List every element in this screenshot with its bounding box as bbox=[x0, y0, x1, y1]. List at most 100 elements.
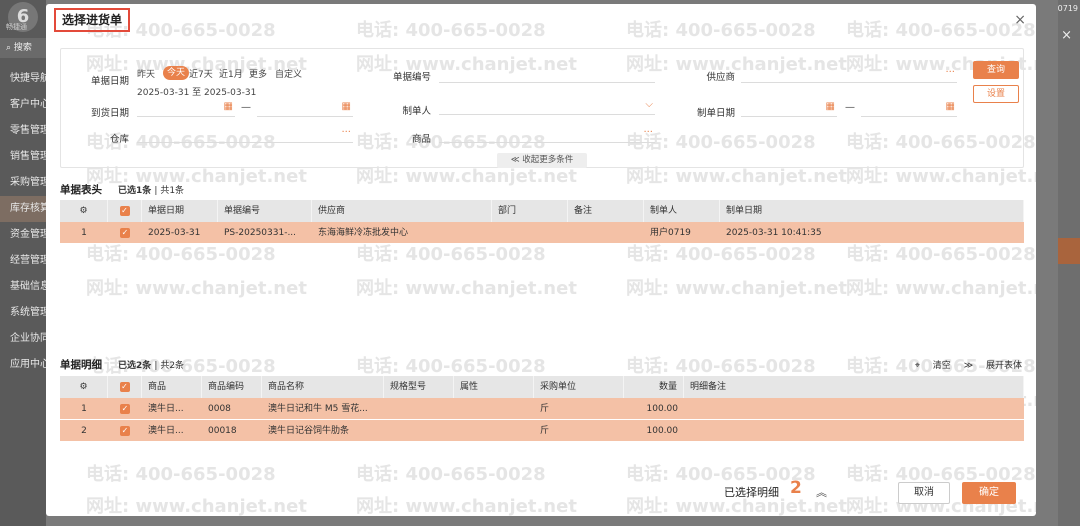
column-header[interactable]: 数量 bbox=[624, 376, 684, 398]
row-index: 2 bbox=[81, 426, 87, 436]
watermark-text: 电话: 400-665-0028 bbox=[356, 356, 546, 377]
sidebar-item[interactable]: 基础信息 bbox=[0, 274, 46, 300]
close-icon[interactable]: × bbox=[1061, 28, 1072, 43]
date-range-text: 2025-03-31 至 2025-03-31 bbox=[137, 88, 257, 98]
date-option[interactable]: 今天 bbox=[163, 66, 190, 80]
product-name-cell: 澳牛日记谷饲牛肋条 bbox=[268, 426, 350, 436]
expand-body-button[interactable]: ≫ 展开表体 bbox=[964, 361, 1022, 371]
column-header[interactable]: 属性 bbox=[454, 376, 534, 398]
detail-note-cell bbox=[684, 398, 1024, 420]
arrival-date-start-field[interactable]: ▦ bbox=[137, 101, 235, 117]
sidebar-item[interactable]: 销售管理 bbox=[0, 144, 46, 170]
note-cell bbox=[568, 222, 644, 244]
product-cell: 澳牛日... bbox=[148, 426, 184, 436]
column-header[interactable]: 商品编码 bbox=[202, 376, 262, 398]
sidebar-item[interactable]: 快捷导航 bbox=[0, 66, 46, 92]
date-option[interactable]: 更多 bbox=[249, 67, 267, 80]
cancel-button[interactable]: 取消 bbox=[898, 482, 950, 504]
detail-selected-count: 已选2条 | 共2条 bbox=[118, 361, 185, 371]
header-selected-count: 已选1条 | 共1条 bbox=[118, 186, 185, 196]
row-checkbox[interactable]: ✓ bbox=[108, 420, 142, 442]
make-date-label: 制单日期 bbox=[696, 108, 735, 119]
maker-label: 制单人 bbox=[402, 106, 431, 117]
row-checkbox[interactable]: ✓ bbox=[108, 222, 142, 244]
confirm-button[interactable]: 确定 bbox=[962, 482, 1016, 504]
unit-cell: 斤 bbox=[540, 404, 550, 414]
ellipsis-icon[interactable]: ··· bbox=[341, 127, 351, 138]
supplier-field[interactable]: ··· bbox=[741, 67, 957, 83]
watermark-text: 电话: 400-665-0028 bbox=[626, 356, 816, 377]
unit-cell: 斤 bbox=[540, 426, 550, 436]
column-settings-icon[interactable]: ⚙ bbox=[60, 200, 108, 222]
column-header[interactable]: 供应商 bbox=[312, 200, 492, 222]
spec-cell bbox=[384, 420, 454, 442]
clear-button[interactable]: ⌖ 清空 bbox=[915, 361, 951, 371]
date-option[interactable]: 近1月 bbox=[219, 67, 243, 80]
column-header[interactable]: 商品名称 bbox=[262, 376, 384, 398]
column-header[interactable]: 制单人 bbox=[644, 200, 720, 222]
column-settings-icon[interactable]: ⚙ bbox=[60, 376, 108, 398]
date-option[interactable]: 近7天 bbox=[189, 67, 213, 80]
sidebar-item[interactable]: 应用中心 bbox=[0, 352, 46, 378]
maker-select[interactable]: ⌵ bbox=[439, 99, 655, 115]
column-header[interactable]: 单据编号 bbox=[218, 200, 312, 222]
product-field[interactable]: ··· bbox=[439, 127, 655, 143]
column-header[interactable]: 备注 bbox=[568, 200, 644, 222]
table-row[interactable]: 1 ✓ 2025-03-31 PS-20250331-... 东海海鲜冷冻批发中… bbox=[60, 222, 1024, 244]
supplier-label: 供应商 bbox=[706, 72, 735, 83]
date-option[interactable]: 自定义 bbox=[275, 67, 302, 80]
make-date-start-field[interactable]: ▦ bbox=[741, 101, 837, 117]
warehouse-field[interactable]: ··· bbox=[137, 127, 353, 143]
sidebar-item[interactable]: 企业协同 bbox=[0, 326, 46, 352]
sidebar-item[interactable]: 客户中心 bbox=[0, 92, 46, 118]
column-header[interactable]: 商品 bbox=[142, 376, 202, 398]
product-name-cell: 澳牛日记和牛 M5 雪花... bbox=[268, 404, 368, 414]
selected-detail-count: 2 bbox=[790, 478, 802, 498]
chevron-up-icon[interactable]: ︽ bbox=[816, 484, 827, 500]
make-date-end-field[interactable]: ▦ bbox=[861, 101, 957, 117]
close-icon[interactable]: × bbox=[1014, 12, 1026, 28]
sidebar-item[interactable]: 零售管理 bbox=[0, 118, 46, 144]
selected-detail-label: 已选择明细 bbox=[724, 486, 779, 499]
dept-cell bbox=[492, 222, 568, 244]
sidebar-item[interactable]: 库存核算 bbox=[0, 196, 46, 222]
column-header[interactable]: 明细备注 bbox=[684, 376, 1024, 398]
doc-no-field[interactable] bbox=[439, 67, 655, 83]
sidebar-item[interactable]: 采购管理 bbox=[0, 170, 46, 196]
query-button[interactable]: 查询 bbox=[973, 61, 1019, 79]
column-header[interactable]: 采购单位 bbox=[534, 376, 624, 398]
select-all-checkbox[interactable]: ✓ bbox=[108, 376, 142, 398]
warehouse-label: 仓库 bbox=[109, 134, 129, 145]
product-cell: 澳牛日... bbox=[148, 404, 184, 414]
attr-cell bbox=[454, 398, 534, 420]
watermark-text: 电话: 400-665-0028 bbox=[846, 20, 1036, 41]
calendar-icon: ▦ bbox=[341, 101, 351, 112]
sidebar-item[interactable]: 资金管理 bbox=[0, 222, 46, 248]
ellipsis-icon[interactable]: ··· bbox=[643, 127, 653, 138]
column-header[interactable]: 部门 bbox=[492, 200, 568, 222]
table-row[interactable]: 1 ✓ 澳牛日... 0008 澳牛日记和牛 M5 雪花... 斤 100.00 bbox=[60, 398, 1024, 420]
column-header[interactable]: 单据日期 bbox=[142, 200, 218, 222]
select-all-checkbox[interactable]: ✓ bbox=[108, 200, 142, 222]
side-action-button[interactable] bbox=[1058, 238, 1080, 264]
row-index: 1 bbox=[81, 404, 87, 414]
sidebar-item[interactable]: 经营管理 bbox=[0, 248, 46, 274]
sidebar-search[interactable]: ⌕ 搜索 bbox=[0, 38, 46, 58]
doc-no-cell: PS-20250331-... bbox=[224, 228, 297, 238]
date-option[interactable]: 昨天 bbox=[137, 67, 155, 80]
arrival-date-end-field[interactable]: ▦ bbox=[257, 101, 353, 117]
row-checkbox[interactable]: ✓ bbox=[108, 398, 142, 420]
chevron-down-icon: ⌵ bbox=[645, 99, 653, 110]
watermark-text: 网址: www.chanjet.net bbox=[846, 278, 1036, 299]
sidebar-item[interactable]: 系统管理 bbox=[0, 300, 46, 326]
ellipsis-icon[interactable]: ··· bbox=[945, 67, 955, 78]
column-header[interactable]: 规格型号 bbox=[384, 376, 454, 398]
table-row[interactable]: 2 ✓ 澳牛日... 00018 澳牛日记谷饲牛肋条 斤 100.00 bbox=[60, 420, 1024, 442]
column-header[interactable]: 制单日期 bbox=[720, 200, 1024, 222]
collapse-conditions-button[interactable]: ≪ 收起更多条件 bbox=[497, 153, 587, 168]
watermark-text: 网址: www.chanjet.net bbox=[86, 278, 307, 299]
settings-button[interactable]: 设置 bbox=[973, 85, 1019, 103]
product-code-cell: 0008 bbox=[208, 404, 231, 414]
header-table-head: ⚙ ✓ 单据日期 单据编号 供应商 部门 备注 制单人 制单日期 bbox=[60, 200, 1024, 222]
range-dash: — bbox=[845, 102, 855, 113]
